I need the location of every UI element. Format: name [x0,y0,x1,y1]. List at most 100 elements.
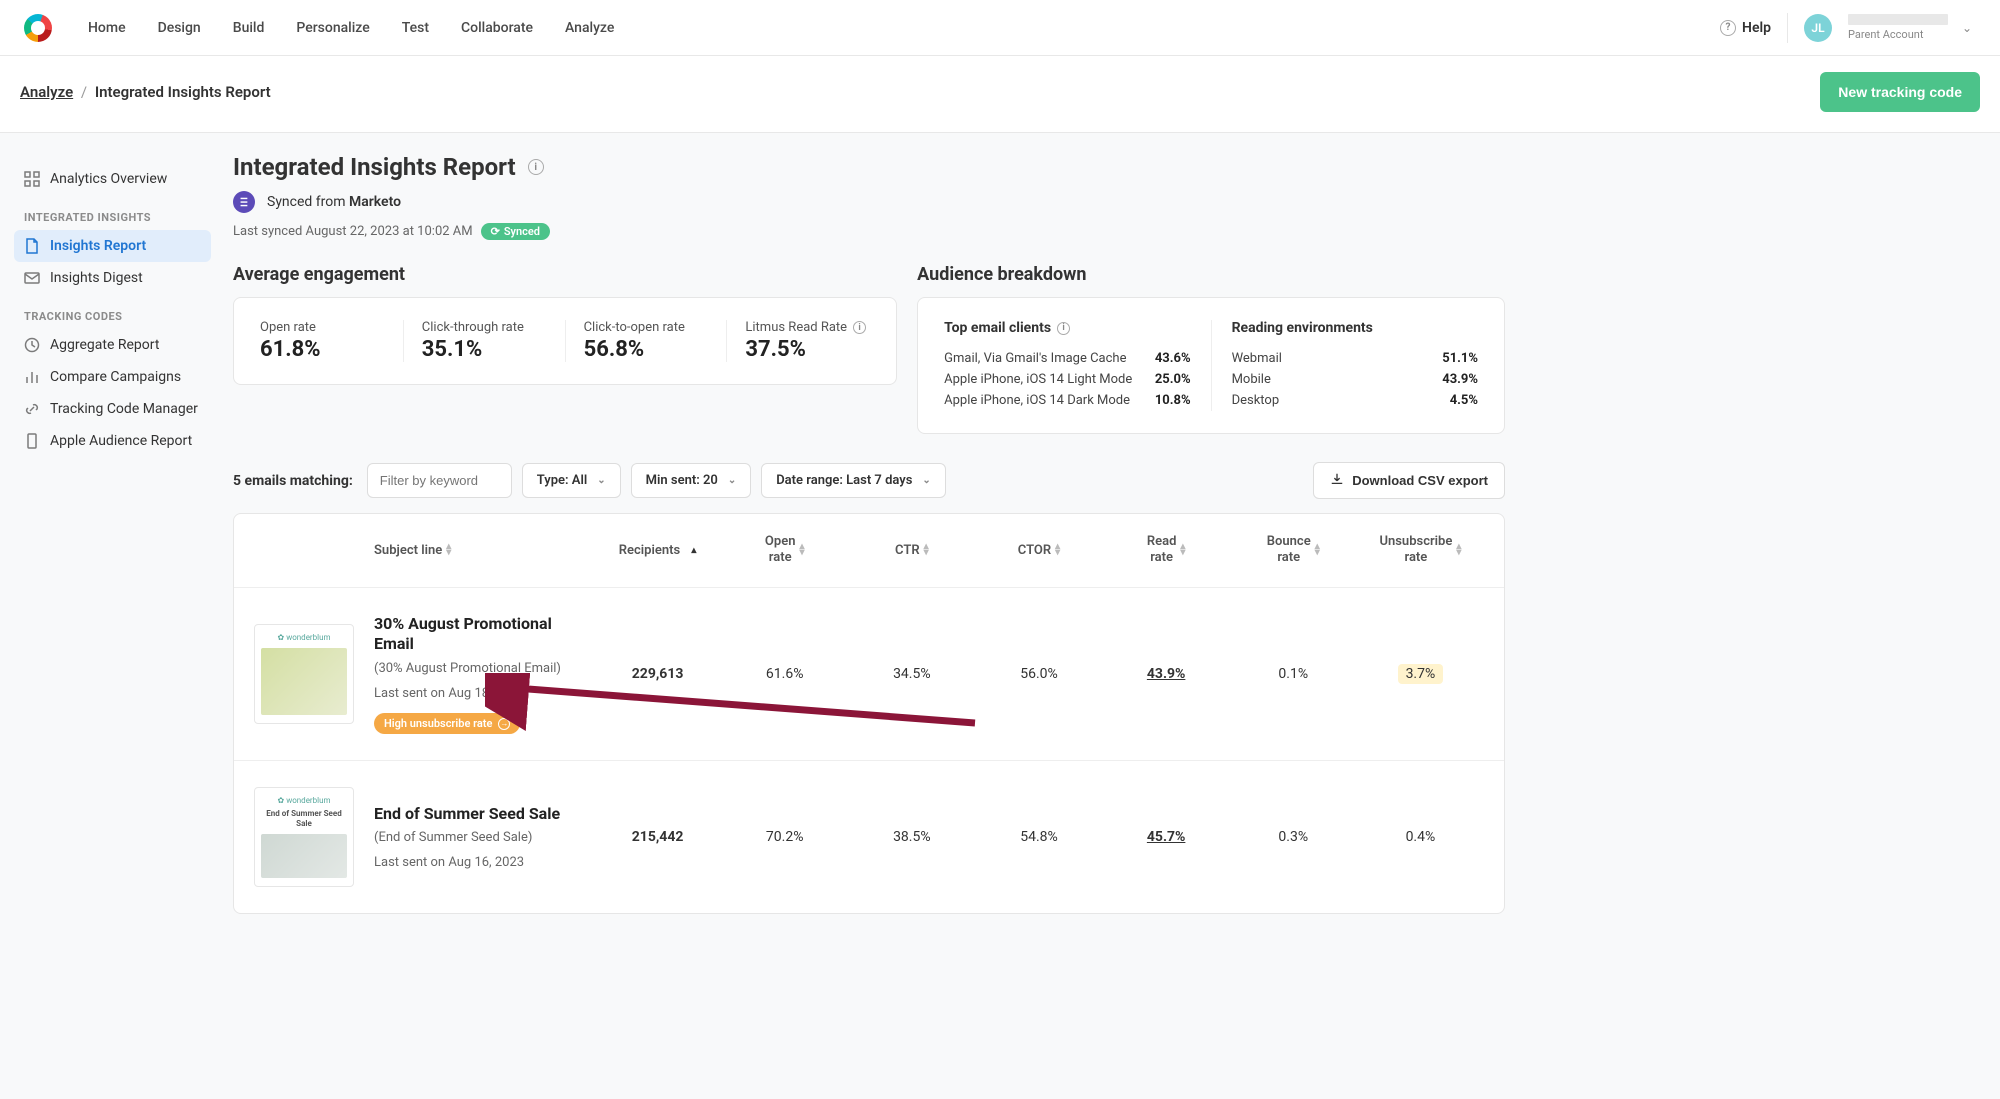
sidebar-item-insights-digest[interactable]: Insights Digest [14,262,211,294]
chevron-down-icon: ⌄ [597,475,605,486]
read-rate-value[interactable]: 43.9% [1147,666,1186,682]
email-thumbnail: wonderblum [254,624,354,724]
table-header: Subject line▴▾ Recipients ▴ Openrate▴▾ C… [234,514,1504,588]
sidebar-item-apple-audience-report[interactable]: Apple Audience Report [14,425,211,457]
keyword-filter-input[interactable] [367,463,512,498]
read-rate-value[interactable]: 45.7% [1147,829,1186,845]
client-name: Gmail, Via Gmail's Image Cache [944,351,1126,366]
type-filter-label: Type: All [537,473,587,488]
engagement-section: Average engagement Open rate 61.8% Click… [233,264,897,434]
chevron-down-icon: ⌄ [728,475,736,486]
metric-value: 61.8% [260,337,385,362]
account-selector[interactable]: Parent Account ⌄ [1848,14,1976,41]
metric-label: Litmus Read Rate i [745,320,870,335]
col-label: Read [1147,534,1177,550]
sidebar-item-label: Analytics Overview [50,171,167,187]
nav-personalize[interactable]: Personalize [296,20,369,36]
document-icon [24,238,40,254]
breakdown-envs: Reading environments Webmail51.1% Mobile… [1212,320,1478,411]
download-csv-button[interactable]: Download CSV export [1313,462,1505,499]
metric-open-rate: Open rate 61.8% [260,320,404,362]
env-value: 4.5% [1450,393,1478,408]
col-label: rate [1150,550,1173,566]
breadcrumb-separator: / [81,83,87,101]
dashboard-icon [24,171,40,187]
sidebar-item-insights-report[interactable]: Insights Report [14,230,211,262]
clients-heading-text: Top email clients [944,320,1051,336]
sort-icon: ▴▾ [799,544,804,556]
sync-source-row: Ⲷ Synced from Marketo [233,191,1505,213]
breakdown-item: Apple iPhone, iOS 14 Dark Mode10.8% [944,390,1190,411]
synced-from-prefix: Synced from [267,194,349,210]
col-subject[interactable]: Subject line▴▾ [374,543,594,558]
breakdown-item: Desktop4.5% [1232,390,1478,411]
main-layout: Analytics Overview INTEGRATED INSIGHTS I… [0,133,2000,954]
info-icon[interactable]: i [528,159,544,175]
high-unsubscribe-badge[interactable]: High unsubscribe rate → [374,713,520,734]
email-thumbnail-container: wonderblum [254,624,374,724]
logo[interactable] [24,14,52,42]
col-label: rate [1277,550,1300,566]
sidebar-item-label: Tracking Code Manager [50,401,198,417]
col-unsub-rate[interactable]: Unsubscriberate▴▾ [1357,534,1484,567]
sub-header: Analyze / Integrated Insights Report New… [0,56,2000,133]
client-value: 25.0% [1155,372,1191,387]
info-icon[interactable]: i [1057,322,1070,335]
date-range-filter[interactable]: Date range: Last 7 days⌄ [761,463,946,498]
type-filter[interactable]: Type: All ⌄ [522,463,621,498]
sidebar-item-analytics-overview[interactable]: Analytics Overview [14,163,211,195]
sort-icon: ▴▾ [1456,544,1461,556]
nav-home[interactable]: Home [88,20,126,36]
nav-analyze[interactable]: Analyze [565,20,614,36]
sidebar-item-aggregate-report[interactable]: Aggregate Report [14,329,211,361]
cell-unsub-rate: 3.7% [1357,666,1484,682]
breakdown-item: Apple iPhone, iOS 14 Light Mode25.0% [944,369,1190,390]
cell-unsub-rate: 0.4% [1357,829,1484,845]
date-range-label: Date range: Last 7 days [776,473,912,488]
sidebar-item-label: Insights Digest [50,270,143,286]
env-name: Webmail [1232,351,1282,366]
min-sent-filter[interactable]: Min sent: 20⌄ [631,463,752,498]
sort-icon: ▴▾ [924,544,929,556]
engagement-card: Open rate 61.8% Click-through rate 35.1%… [233,297,897,385]
last-synced-row: Last synced August 22, 2023 at 10:02 AM … [233,223,1505,240]
col-bounce-rate[interactable]: Bouncerate▴▾ [1230,534,1357,567]
col-label: Bounce [1267,534,1311,550]
col-ctor[interactable]: CTOR▴▾ [975,543,1102,558]
email-title: End of Summer Seed Sale [374,804,584,825]
sidebar-item-compare-campaigns[interactable]: Compare Campaigns [14,361,211,393]
new-tracking-code-button[interactable]: New tracking code [1820,72,1980,112]
cell-bounce-rate: 0.3% [1230,829,1357,845]
nav-collaborate[interactable]: Collaborate [461,20,533,36]
col-read-rate[interactable]: Readrate▴▾ [1103,534,1230,567]
info-icon[interactable]: i [853,321,866,334]
col-open-rate[interactable]: Openrate▴▾ [721,534,848,567]
help-link[interactable]: ? Help [1720,20,1771,36]
table-row[interactable]: wonderblum 30% August Promotional Email … [234,588,1504,762]
cell-recipients: 229,613 [594,666,721,682]
thumb-brand: wonderblum [277,796,330,805]
client-value: 43.6% [1155,351,1191,366]
unsub-rate-highlighted: 3.7% [1398,664,1444,684]
breakdown-item: Gmail, Via Gmail's Image Cache 43.6% [944,348,1190,369]
nav-design[interactable]: Design [158,20,201,36]
email-thumbnail: wonderblum End of Summer Seed Sale [254,787,354,887]
breakdown-card: Top email clients i Gmail, Via Gmail's I… [917,297,1505,434]
sort-up-icon: ▴ [691,545,696,556]
metrics-row: Open rate 61.8% Click-through rate 35.1%… [260,320,870,362]
col-recipients[interactable]: Recipients ▴ [594,543,721,558]
table-row[interactable]: wonderblum End of Summer Seed Sale End o… [234,761,1504,913]
sidebar-item-tracking-code-manager[interactable]: Tracking Code Manager [14,393,211,425]
nav-build[interactable]: Build [233,20,265,36]
clock-icon [24,337,40,353]
sidebar-item-label: Insights Report [50,238,146,254]
col-ctr[interactable]: CTR▴▾ [848,543,975,558]
page-title-row: Integrated Insights Report i [233,153,1505,181]
breadcrumb-root[interactable]: Analyze [20,83,73,101]
user-avatar[interactable]: JL [1804,14,1832,42]
breadcrumb-current: Integrated Insights Report [95,83,271,101]
account-name-placeholder [1848,14,1948,25]
metric-label: Open rate [260,320,385,335]
nav-test[interactable]: Test [402,20,429,36]
cell-read-rate: 45.7% [1103,829,1230,845]
